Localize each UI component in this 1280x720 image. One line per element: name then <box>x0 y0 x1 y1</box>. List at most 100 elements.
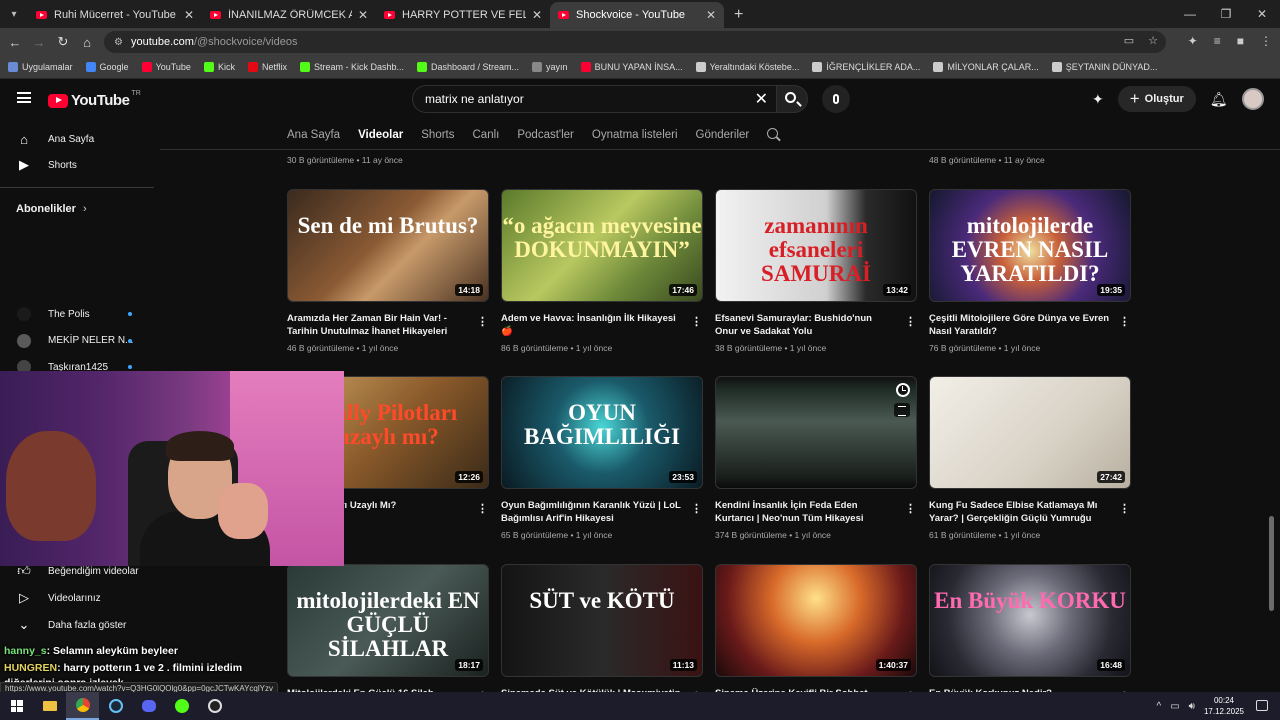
subscriptions-header[interactable]: Abonelikler › <box>16 203 87 215</box>
bookmark-item[interactable]: Stream - Kick Dashb... <box>299 62 404 72</box>
notification-center-icon[interactable] <box>1256 700 1268 711</box>
sidebar-item-home[interactable]: ⌂ Ana Sayfa <box>0 126 154 152</box>
steam-icon[interactable] <box>99 692 132 720</box>
video-menu-icon[interactable]: ⋮ <box>477 502 488 515</box>
browser-tab-active[interactable]: Shockvoice - YouTube ✕ <box>550 2 724 28</box>
search-button[interactable] <box>776 85 808 113</box>
video-title[interactable]: Oyun Bağımlılığının Karanlık Yüzü | LoL … <box>501 499 683 525</box>
bookmark-item[interactable]: İĞRENÇLİKLER ADA... <box>812 62 920 72</box>
video-menu-icon[interactable]: ⋮ <box>1119 315 1130 328</box>
account-avatar[interactable] <box>1241 88 1264 110</box>
page-scrollbar[interactable] <box>1268 121 1276 692</box>
menu-icon[interactable] <box>17 92 31 103</box>
video-thumbnail[interactable]: 1:40:37 <box>715 564 917 677</box>
video-menu-icon[interactable]: ⋮ <box>1119 502 1130 515</box>
voice-search-button[interactable] <box>822 85 850 113</box>
bookmark-item[interactable]: BUNU YAPAN İNSA... <box>580 62 683 72</box>
browser-tab[interactable]: İNANILMAZ ÖRÜMCEK ADAM ✕ <box>202 2 376 28</box>
bookmark-item[interactable]: YouTube <box>141 62 191 72</box>
channel-tab[interactable]: Shorts <box>421 129 454 141</box>
video-menu-icon[interactable]: ⋮ <box>691 502 702 515</box>
youtube-logo[interactable]: YouTube TR <box>48 90 141 109</box>
video-title[interactable]: Aramızda Her Zaman Bir Hain Var! - Tarih… <box>287 312 469 338</box>
window-close-icon[interactable]: ✕ <box>1244 0 1280 28</box>
channel-tab[interactable]: Canlı <box>473 129 500 141</box>
video-menu-icon[interactable]: ⋮ <box>691 315 702 328</box>
video-card[interactable]: “o ağacın meyvesine DOKUNMAYIN” 17:46 Adem… <box>501 189 703 353</box>
bookmark-item[interactable]: Netflix <box>247 62 287 72</box>
video-card[interactable]: mitolojilerdeki EN GÜÇLÜ SİLAHLAR18:17Mi… <box>287 564 489 692</box>
video-title[interactable]: Çeşitli Mitolojilere Göre Dünya ve Evren… <box>929 312 1111 338</box>
video-thumbnail[interactable]: OYUN BAĞIMLILIĞI 23:53 <box>501 376 703 489</box>
video-menu-icon[interactable]: ⋮ <box>905 502 916 515</box>
video-thumbnail[interactable]: mitolojilerde EVREN NASIL YARATILDI? 19:3… <box>929 189 1131 302</box>
video-thumbnail[interactable]: 27:42 <box>929 376 1131 489</box>
video-card[interactable]: 27:42 Kung Fu Sadece Elbise Katlamaya Mı … <box>929 376 1131 540</box>
cast-icon[interactable]: ▭ <box>1124 34 1134 47</box>
bookmark-item[interactable]: MİLYONLAR ÇALAR... <box>933 62 1039 72</box>
close-tab-icon[interactable]: ✕ <box>706 8 716 22</box>
site-info-icon[interactable]: ⚙ <box>114 37 123 48</box>
close-tab-icon[interactable]: ✕ <box>532 8 542 22</box>
browser-menu-icon[interactable]: ⋮ <box>1260 34 1272 48</box>
network-icon[interactable]: ▭ <box>1170 701 1179 712</box>
restore-icon[interactable]: ❐ <box>1208 0 1244 28</box>
video-card[interactable]: 1:40:37Sinema Üzerine Keyifli Bir Sohbet… <box>715 564 917 692</box>
video-card[interactable]: Kendini İnsanlık İçin Feda Eden Kurtarıc… <box>715 376 917 540</box>
bookmark-item[interactable]: Google <box>85 62 129 72</box>
sidebar-item-shorts[interactable]: ▶ Shorts <box>0 152 154 178</box>
video-card[interactable]: En Büyük KORKU16:48En Büyük Korkunuz Ned… <box>929 564 1131 692</box>
kick-icon[interactable] <box>165 692 198 720</box>
file-explorer-icon[interactable] <box>33 692 66 720</box>
channel-tab[interactable]: Podcast'ler <box>517 129 574 141</box>
video-thumbnail[interactable]: En Büyük KORKU 16:48 <box>929 564 1131 677</box>
channel-tab[interactable]: Oynatma listeleri <box>592 129 678 141</box>
reading-list-icon[interactable]: ≡ <box>1214 34 1221 48</box>
scrollbar-thumb[interactable] <box>1269 516 1274 611</box>
bookmark-star-icon[interactable]: ☆ <box>1148 34 1158 47</box>
minimize-icon[interactable]: — <box>1172 0 1208 28</box>
address-bar[interactable]: ⚙ youtube.com/@shockvoice/videos ▭ ☆ <box>104 31 1166 53</box>
video-title[interactable]: Kung Fu Sadece Elbise Katlamaya Mı Yarar… <box>929 499 1111 525</box>
sidebar-item-show-more[interactable]: ⌄ Daha fazla göster <box>0 612 154 638</box>
video-card[interactable]: SÜT ve KÖTÜ11:13Sinemada Süt ve Kötülük … <box>501 564 703 692</box>
video-thumbnail[interactable] <box>715 376 917 489</box>
clear-search-icon[interactable]: ✕ <box>755 89 768 109</box>
bookmark-item[interactable]: ŞEYTANIN DÜNYAD... <box>1051 62 1157 72</box>
video-menu-icon[interactable]: ⋮ <box>477 315 488 328</box>
bookmark-item[interactable]: Uygulamalar <box>8 62 73 72</box>
video-thumbnail[interactable]: zamanının efsaneleri SAMURAİ 13:42 <box>715 189 917 302</box>
video-menu-icon[interactable]: ⋮ <box>905 315 916 328</box>
start-button[interactable] <box>0 692 33 720</box>
video-title[interactable]: Kendini İnsanlık İçin Feda Eden Kurtarıc… <box>715 499 897 525</box>
home-icon[interactable]: ⌂ <box>75 35 99 50</box>
video-thumbnail[interactable]: “o ağacın meyvesine DOKUNMAYIN” 17:46 <box>501 189 703 302</box>
new-tab-icon[interactable]: + <box>724 2 753 28</box>
video-thumbnail[interactable]: mitolojilerdeki EN GÜÇLÜ SİLAHLAR 18:17 <box>287 564 489 677</box>
bookmark-item[interactable]: Dashboard / Stream... <box>417 62 519 72</box>
bookmark-item[interactable]: Kick <box>203 62 235 72</box>
search-input[interactable]: matrix ne anlatıyor ✕ <box>412 85 776 113</box>
create-button[interactable]: + Oluştur <box>1117 86 1196 112</box>
watch-later-icon[interactable] <box>896 383 910 397</box>
channel-tab[interactable]: Ana Sayfa <box>287 129 340 141</box>
channel-tab[interactable]: Videolar <box>358 129 403 141</box>
tray-overflow-icon[interactable]: ^ <box>1156 701 1161 712</box>
close-tab-icon[interactable]: ✕ <box>184 8 194 22</box>
video-thumbnail[interactable]: Sen de mi Brutus? 14:18 <box>287 189 489 302</box>
forward-icon[interactable]: → <box>27 35 51 50</box>
gemini-icon[interactable]: ✦ <box>1092 91 1104 108</box>
volume-icon[interactable]: 🔊︎ <box>1189 701 1195 712</box>
video-card[interactable]: Sen de mi Brutus? 14:18 Aramızda Her Zaman… <box>287 189 489 353</box>
browser-tab[interactable]: HARRY POTTER VE FELSEFE TAŞI ✕ <box>376 2 550 28</box>
sidebar-item-your-videos[interactable]: ▷ Videolarınız <box>0 585 154 611</box>
tab-search-icon[interactable]: ▾ <box>0 0 28 28</box>
obs-icon[interactable] <box>198 692 231 720</box>
channel-search-icon[interactable] <box>767 128 782 142</box>
bookmark-item[interactable]: yayın <box>532 62 568 72</box>
extensions-icon[interactable]: ✦ <box>1188 34 1198 48</box>
notifications-icon[interactable]: 🔔︎ <box>1210 91 1228 108</box>
sidebar-subscription[interactable]: MEKİP NELER N... <box>0 328 154 354</box>
video-card[interactable]: OYUN BAĞIMLILIĞI 23:53 Oyun Bağımlılığının… <box>501 376 703 540</box>
browser-tab[interactable]: Ruhi Mücerret - YouTube ✕ <box>28 2 202 28</box>
